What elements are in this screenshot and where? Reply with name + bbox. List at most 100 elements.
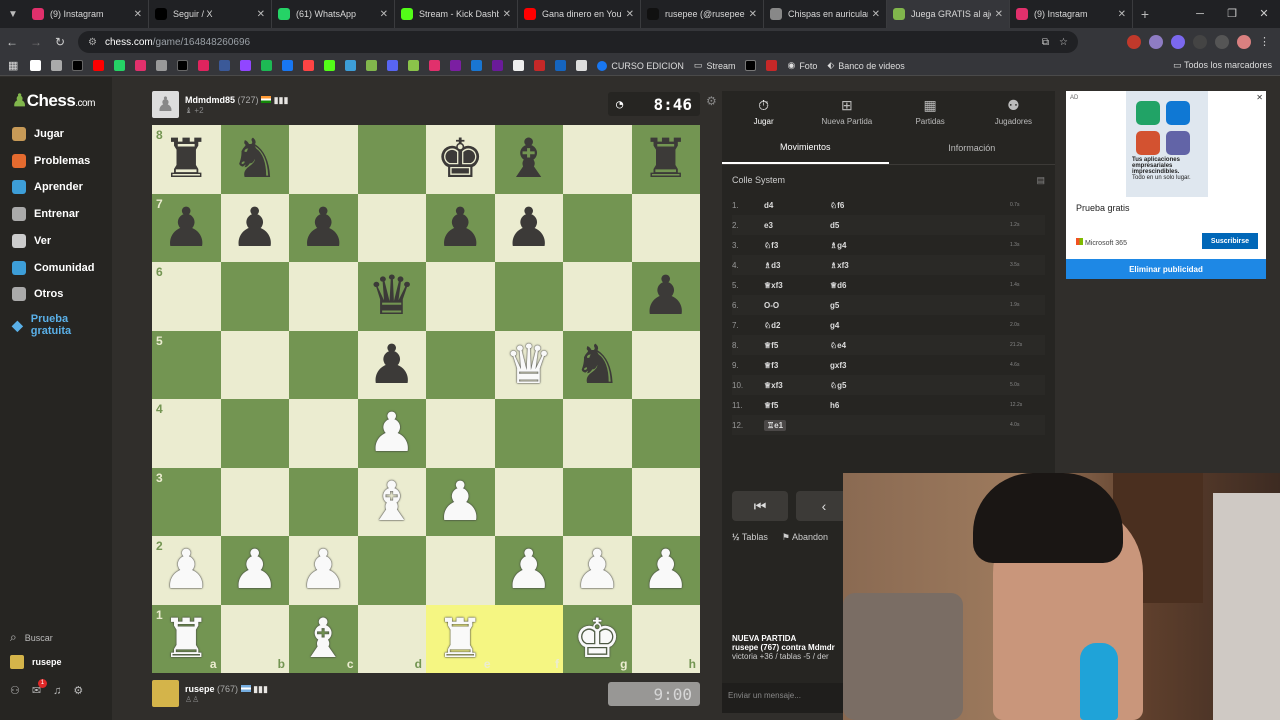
board-square-f7[interactable]: ♟ bbox=[494, 193, 563, 262]
board-square-e7[interactable]: ♟ bbox=[426, 193, 495, 262]
browser-tab[interactable]: Stream - Kick Dashbo ✕ bbox=[395, 0, 518, 28]
bookmark-icon[interactable] bbox=[51, 60, 63, 71]
sidebar-item-ver[interactable]: Ver bbox=[12, 233, 51, 248]
white-queen-icon[interactable]: ♛ bbox=[505, 337, 553, 392]
board-square-b2[interactable]: ♟ bbox=[220, 536, 289, 605]
profile-avatar[interactable] bbox=[1237, 35, 1251, 49]
browser-tab[interactable]: (61) WhatsApp ✕ bbox=[272, 0, 395, 28]
browser-tab[interactable]: rusepee (@rusepee) ✕ bbox=[641, 0, 764, 28]
black-pawn-icon[interactable]: ♟ bbox=[299, 200, 347, 255]
bookmark-icon[interactable] bbox=[513, 60, 525, 71]
white-move[interactable]: ♘d2 bbox=[764, 321, 781, 330]
bookmark-icon[interactable] bbox=[324, 60, 336, 71]
board-square-g1[interactable]: g ♚ bbox=[563, 604, 632, 673]
bookmark-curso-edicion[interactable]: CURSO EDICION bbox=[597, 60, 684, 71]
sidebar-item-trial[interactable]: ◆ Prueba gratuita bbox=[12, 313, 81, 337]
sidebar-item-problemas[interactable]: Problemas bbox=[12, 153, 90, 168]
forward-icon[interactable]: → bbox=[24, 35, 48, 49]
white-bishop-icon[interactable]: ♝ bbox=[368, 474, 416, 529]
board-square-d1[interactable]: d bbox=[357, 604, 426, 673]
bookmark-icon[interactable] bbox=[366, 60, 378, 71]
sidebar-item-comunidad[interactable]: Comunidad bbox=[12, 260, 95, 275]
white-move[interactable]: ♕xf3 bbox=[764, 381, 783, 390]
bookmark-icon[interactable] bbox=[93, 60, 105, 71]
white-move[interactable]: d4 bbox=[764, 201, 773, 210]
tab-movimientos[interactable]: Movimientos bbox=[722, 131, 889, 164]
board-square-a5[interactable]: 5 bbox=[152, 330, 221, 399]
browser-tab[interactable]: Juega GRATIS al ajed✕ bbox=[887, 0, 1010, 28]
white-rook-icon[interactable]: ♜ bbox=[436, 611, 484, 666]
black-pawn-icon[interactable]: ♟ bbox=[436, 200, 484, 255]
ad-subscribe-button[interactable]: Suscribirse bbox=[1202, 233, 1258, 249]
browser-tab[interactable]: Chispas en auricular ✕ bbox=[764, 0, 887, 28]
friends-icon[interactable]: ⚇ bbox=[10, 684, 20, 697]
bookmark-icon[interactable] bbox=[114, 60, 126, 71]
board-square-b1[interactable]: b bbox=[220, 604, 289, 673]
black-move[interactable]: ♗xf3 bbox=[830, 261, 1010, 270]
black-pawn-icon[interactable]: ♟ bbox=[162, 200, 210, 255]
bookmark-icon[interactable] bbox=[429, 60, 441, 71]
resign-button[interactable]: ⚑ Abandon bbox=[782, 532, 828, 543]
chesscom-logo[interactable]: ♟Chess.com bbox=[12, 91, 95, 111]
black-rook-icon[interactable]: ♜ bbox=[642, 132, 690, 186]
white-move[interactable]: ♕f5 bbox=[764, 341, 778, 350]
restore-icon[interactable]: ❐ bbox=[1216, 0, 1248, 28]
board-square-f4[interactable] bbox=[494, 399, 563, 468]
board-square-a3[interactable]: 3 bbox=[152, 467, 221, 536]
board-square-a6[interactable]: 6 bbox=[152, 262, 221, 331]
extension-icon[interactable] bbox=[1127, 35, 1141, 49]
board-square-d2[interactable] bbox=[357, 536, 426, 605]
white-pawn-icon[interactable]: ♟ bbox=[573, 543, 621, 597]
black-move[interactable]: h6 bbox=[830, 401, 1010, 410]
close-tab-icon[interactable]: ✕ bbox=[749, 9, 757, 20]
black-move[interactable]: ♘e4 bbox=[830, 341, 1010, 350]
bookmark-icon[interactable] bbox=[30, 60, 42, 71]
close-tab-icon[interactable]: ✕ bbox=[872, 9, 880, 20]
browser-tab[interactable]: Seguir / X ✕ bbox=[149, 0, 272, 28]
board-square-e5[interactable] bbox=[426, 330, 495, 399]
board-square-h2[interactable]: ♟ bbox=[631, 536, 700, 605]
board-square-d7[interactable] bbox=[357, 193, 426, 262]
board-square-e8[interactable]: ♚ bbox=[426, 125, 495, 194]
board-square-h8[interactable]: ♜ bbox=[631, 125, 700, 194]
black-knight-icon[interactable]: ♞ bbox=[231, 132, 279, 186]
board-square-d8[interactable] bbox=[357, 125, 426, 194]
white-pawn-icon[interactable]: ♟ bbox=[436, 474, 484, 529]
black-knight-icon[interactable]: ♞ bbox=[573, 337, 621, 392]
search-button[interactable]: ⌕ Buscar bbox=[10, 630, 53, 645]
black-move[interactable]: d5 bbox=[830, 221, 1010, 230]
board-square-g4[interactable] bbox=[563, 399, 632, 468]
browser-tab[interactable]: (9) Instagram ✕ bbox=[1010, 0, 1133, 28]
bookmark-icon[interactable] bbox=[534, 60, 546, 71]
url-input[interactable]: ⚙ chess.com /game/164848260696 ⧉ ☆ bbox=[78, 31, 1078, 53]
black-move[interactable]: g4 bbox=[830, 321, 1010, 330]
board-square-f3[interactable] bbox=[494, 467, 563, 536]
white-move[interactable]: ♕xf3 bbox=[764, 281, 783, 290]
messages-icon[interactable]: ✉ 1 bbox=[32, 679, 47, 697]
black-move[interactable]: ♘f6 bbox=[830, 201, 1010, 210]
close-tab-icon[interactable]: ✕ bbox=[503, 9, 511, 20]
white-pawn-icon[interactable]: ♟ bbox=[642, 543, 690, 597]
black-pawn-icon[interactable]: ♟ bbox=[505, 200, 553, 255]
user-profile[interactable]: rusepe bbox=[10, 655, 62, 669]
black-king-icon[interactable]: ♚ bbox=[436, 132, 484, 186]
board-square-a8[interactable]: 8 ♜ bbox=[152, 125, 221, 194]
board-square-h3[interactable] bbox=[631, 467, 700, 536]
white-move[interactable]: ♖e1 bbox=[764, 419, 787, 431]
bookmark-icon[interactable] bbox=[408, 60, 420, 71]
board-square-a4[interactable]: 4 bbox=[152, 399, 221, 468]
board-square-g2[interactable]: ♟ bbox=[563, 536, 632, 605]
board-square-c3[interactable] bbox=[289, 467, 358, 536]
bookmark-icon[interactable] bbox=[282, 60, 294, 71]
bookmark-icon[interactable] bbox=[387, 60, 399, 71]
bookmark-icon[interactable] bbox=[135, 60, 147, 71]
board-square-c5[interactable] bbox=[289, 330, 358, 399]
extension-icon[interactable] bbox=[1149, 35, 1163, 49]
tab-jugar[interactable]: ⏱ Jugar bbox=[722, 91, 805, 131]
white-pawn-icon[interactable]: ♟ bbox=[231, 543, 279, 597]
ad-banner[interactable]: AD ✕ Tus aplicaciones empresariales impr… bbox=[1066, 91, 1266, 279]
board-settings-gear-icon[interactable]: ⚙ bbox=[706, 94, 717, 108]
board-square-h5[interactable] bbox=[631, 330, 700, 399]
black-move[interactable]: ♗g4 bbox=[830, 241, 1010, 250]
ad-close-icon[interactable]: ✕ bbox=[1256, 93, 1263, 102]
